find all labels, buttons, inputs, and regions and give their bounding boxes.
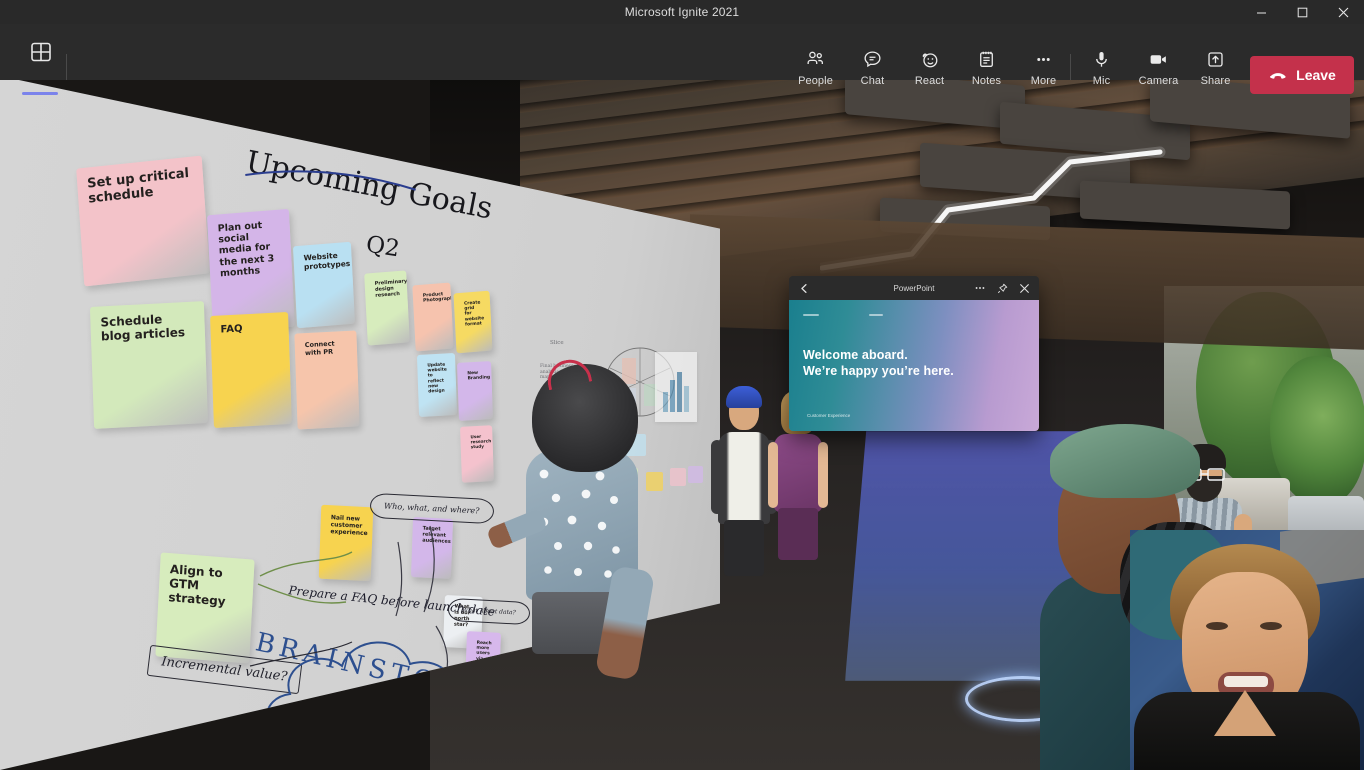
microphone-icon (1091, 48, 1112, 70)
maximize-icon (1297, 7, 1308, 17)
close-button[interactable] (1323, 0, 1364, 24)
toolbar-label-notes: Notes (971, 75, 1002, 87)
notes-icon (976, 48, 997, 70)
meeting-toolbar: People Chat React Notes More Mic Camera … (0, 24, 1364, 95)
toolbar-item-react[interactable]: React (901, 48, 958, 87)
sticky-note[interactable]: Update website to reflect new design (416, 353, 458, 417)
self-video-eye-left (1206, 622, 1228, 630)
slide-heading-line-1: Welcome aboard. (803, 348, 908, 362)
toolbar-divider-left (66, 54, 67, 80)
window-title-bar: Microsoft Ignite 2021 (0, 0, 1364, 24)
sticky-note[interactable]: Connect with PR (294, 330, 360, 430)
attendee-hair-blue (726, 386, 762, 408)
self-video-eye-right (1260, 622, 1282, 630)
sticky-note[interactable]: Product Photography (412, 282, 454, 352)
sticky-note[interactable]: Schedule blog articles (89, 301, 209, 429)
powerpoint-slide[interactable]: Welcome aboard. We’re happy you’re here.… (789, 300, 1039, 431)
sticky-note[interactable]: What are our international shipping capa… (99, 750, 213, 770)
slide-accent-line-right (869, 314, 883, 316)
attendee-beret (1050, 424, 1200, 498)
camera-icon (1147, 48, 1170, 70)
toolbar-item-chat[interactable]: Chat (844, 48, 901, 87)
slide-heading-line-2: We’re happy you’re here. (803, 364, 954, 378)
toolbar-item-more[interactable]: More (1015, 48, 1072, 87)
toolbar-label-mic: Mic (1092, 75, 1111, 87)
gallery-view-active-indicator (22, 92, 58, 95)
toolbar-item-notes[interactable]: Notes (958, 48, 1015, 87)
sticky-note[interactable]: New Branding (457, 361, 493, 421)
teams-mesh-meeting-window: Microsoft Ignite 2021 People Chat React … (0, 0, 1364, 770)
attendee-torso (718, 432, 770, 524)
slide-footer: Customer Experience (807, 413, 851, 418)
self-video-feed[interactable] (1130, 530, 1364, 770)
more-icon (1033, 48, 1054, 70)
toolbar-label-react: React (914, 75, 945, 87)
window-controls (1241, 0, 1364, 24)
whiteboard-subtitle: Q2 (364, 231, 402, 263)
attendee-arm (768, 442, 778, 508)
chat-icon (862, 48, 883, 70)
pin-icon (997, 283, 1007, 293)
toolbar-label-share: Share (1200, 75, 1231, 87)
share-icon (1205, 48, 1226, 70)
gallery-view-button[interactable] (22, 32, 60, 72)
powerpoint-pin-button[interactable] (993, 279, 1011, 297)
powerpoint-close-button[interactable] (1015, 279, 1033, 297)
far-wall-sticky (688, 466, 703, 483)
react-icon (919, 48, 940, 70)
sticky-note[interactable]: FAQ (210, 311, 292, 429)
slide-accent-line-left (803, 314, 819, 316)
more-icon (975, 287, 985, 289)
toolbar-action-group: People Chat React Notes More (787, 48, 1072, 87)
leave-button[interactable]: Leave (1250, 56, 1354, 94)
minimize-button[interactable] (1241, 0, 1282, 24)
toolbar-item-camera[interactable]: Camera (1130, 48, 1187, 87)
attendee-arm (818, 442, 828, 508)
close-icon (1019, 283, 1029, 293)
gallery-view-icon (31, 42, 51, 62)
toolbar-label-camera: Camera (1138, 75, 1179, 87)
leave-button-label: Leave (1296, 67, 1336, 83)
people-icon (805, 48, 826, 70)
toolbar-divider-right (1070, 54, 1071, 80)
presenter-avatar[interactable] (485, 338, 680, 681)
sticky-note[interactable]: Create grid for website format (453, 290, 493, 354)
virtual-meeting-scene[interactable]: Set up critical schedule Plan out social … (0, 76, 1364, 770)
toolbar-device-group: Mic Camera Share (1073, 48, 1244, 87)
sticky-note[interactable]: Preliminary design research (364, 270, 410, 346)
powerpoint-floating-window[interactable]: PowerPoint Welcome aboard. We’re happy y… (789, 276, 1039, 431)
sticky-note[interactable]: Set up critical schedule (76, 155, 210, 287)
toolbar-label-people: People (798, 75, 833, 87)
toolbar-label-more: More (1030, 75, 1057, 87)
self-video-teeth (1224, 676, 1268, 687)
toolbar-item-people[interactable]: People (787, 48, 844, 87)
maximize-button[interactable] (1282, 0, 1323, 24)
attendee-skirt (778, 508, 818, 560)
window-title: Microsoft Ignite 2021 (624, 5, 740, 19)
powerpoint-title-bar: PowerPoint (789, 276, 1039, 300)
minimize-icon (1257, 12, 1266, 13)
powerpoint-more-button[interactable] (971, 279, 989, 297)
sticky-note[interactable]: Website prototypes (292, 241, 356, 329)
toolbar-label-chat: Chat (860, 75, 885, 87)
powerpoint-back-button[interactable] (795, 279, 813, 297)
back-arrow-icon (800, 283, 807, 293)
attendee-pants (724, 520, 764, 576)
attendee-torso (774, 434, 822, 512)
attendee-arm (711, 440, 723, 514)
toolbar-item-mic[interactable]: Mic (1073, 48, 1130, 87)
close-icon (1338, 7, 1349, 17)
hangup-icon (1270, 73, 1286, 79)
toolbar-item-share[interactable]: Share (1187, 48, 1244, 87)
